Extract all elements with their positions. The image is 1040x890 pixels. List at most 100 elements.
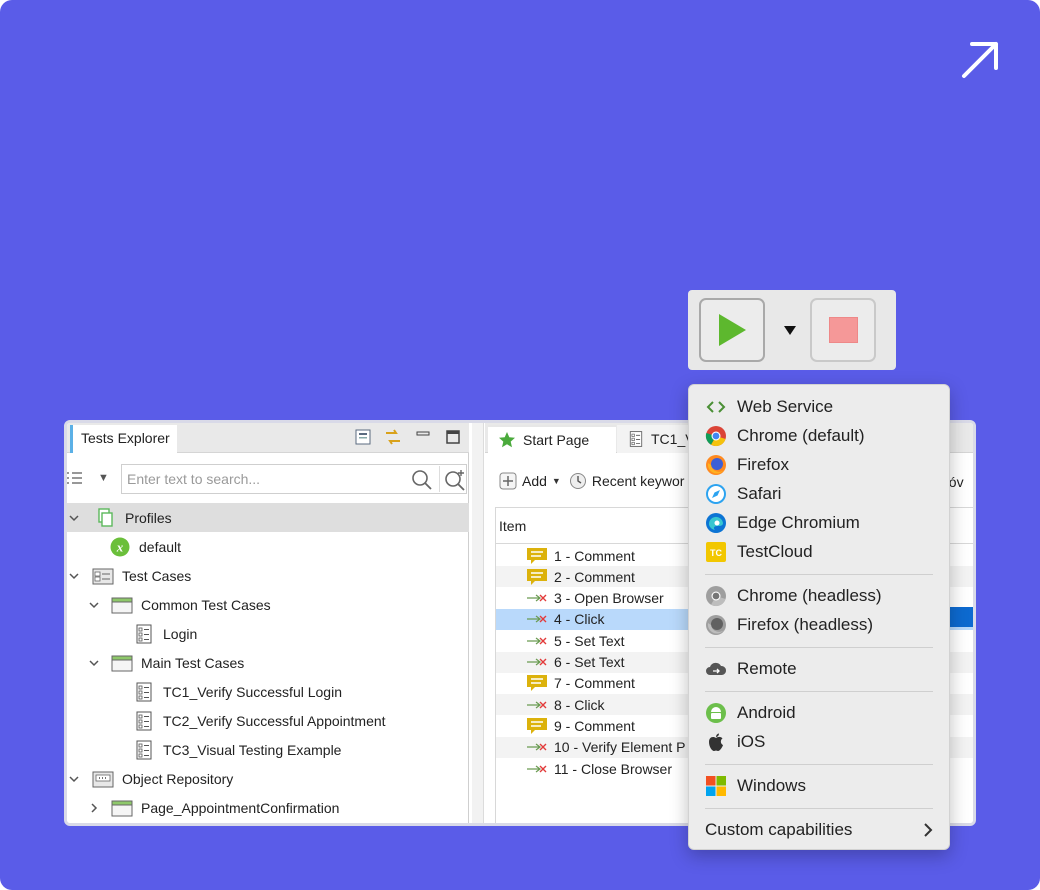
menu-item-label: Web Service — [737, 397, 834, 416]
test-case-icon — [136, 682, 152, 701]
tree-label: Page_AppointmentConfirmation — [141, 799, 340, 816]
menu-item-ios[interactable]: iOS — [689, 728, 951, 756]
keyword-icon — [526, 589, 548, 607]
chevron-right-icon[interactable] — [87, 801, 101, 815]
folder-icon — [111, 800, 133, 816]
menu-item-custom-capabilities[interactable]: Custom capabilities — [689, 816, 951, 844]
windows-icon — [706, 776, 726, 796]
test-case-icon — [136, 740, 152, 759]
tests-explorer-tab[interactable]: Tests Explorer — [70, 425, 177, 453]
menu-item-remote[interactable]: Remote — [689, 655, 951, 683]
tree-label: Login — [163, 625, 198, 642]
folder-icon — [111, 655, 133, 671]
code-brackets-icon — [706, 401, 726, 413]
tree-item-profiles[interactable]: Profiles — [67, 503, 469, 532]
tree-label: Common Test Cases — [141, 596, 271, 613]
search-icon[interactable] — [411, 469, 433, 491]
chrome-icon — [705, 426, 726, 447]
stop-icon — [828, 317, 858, 343]
search-divider — [439, 466, 440, 492]
tree-item-test-cases[interactable]: Test Cases — [67, 561, 469, 590]
test-step-label: 7 - Comment — [554, 675, 635, 692]
menu-divider — [705, 691, 933, 692]
menu-item-label: iOS — [737, 732, 766, 751]
run-dropdown-caret-icon[interactable] — [783, 324, 797, 336]
keyword-icon — [526, 632, 548, 650]
menu-divider — [705, 764, 933, 765]
run-button[interactable] — [699, 298, 765, 362]
filter-dropdown-caret-icon[interactable]: ▼ — [98, 472, 109, 484]
comment-icon — [526, 547, 548, 565]
comment-icon — [526, 568, 548, 586]
menu-item-label: Remote — [737, 659, 797, 678]
advanced-search-icon[interactable] — [444, 469, 466, 491]
chevron-down-icon[interactable] — [67, 772, 81, 786]
chevron-down-icon[interactable] — [67, 569, 81, 583]
test-step-label: 6 - Set Text — [554, 654, 625, 670]
expand-arrow-icon[interactable] — [958, 38, 1002, 82]
menu-item-label: Firefox (headless) — [737, 615, 874, 634]
android-icon — [706, 703, 726, 723]
minimize-icon[interactable] — [413, 427, 433, 447]
menu-divider — [705, 647, 933, 648]
test-step-label: 11 - Close Browser — [554, 760, 673, 777]
chevron-down-icon[interactable] — [87, 656, 101, 670]
run-toolbar — [688, 290, 896, 370]
menu-item-android[interactable]: Android — [689, 699, 951, 727]
add-button[interactable]: Add ▼ — [499, 472, 561, 490]
tree-item-main-test-cases[interactable]: Main Test Cases — [67, 648, 469, 677]
menu-item-web-service[interactable]: Web Service — [689, 393, 951, 421]
safari-icon — [706, 484, 726, 504]
menu-item-firefox[interactable]: Firefox — [689, 451, 951, 479]
tab-start-page[interactable]: Start Page — [488, 425, 616, 453]
chevron-right-icon — [924, 823, 933, 837]
test-step-label: 9 - Comment — [554, 717, 635, 734]
tree-label: default — [139, 538, 182, 555]
comment-icon — [526, 674, 548, 692]
filter-list-icon[interactable] — [67, 470, 83, 486]
chevron-down-icon[interactable] — [67, 511, 81, 525]
link-editor-icon[interactable] — [383, 427, 403, 447]
remote-cloud-icon — [706, 662, 727, 675]
keyword-icon — [526, 760, 548, 778]
firefox-headless-icon — [706, 615, 726, 635]
profiles-icon — [98, 507, 113, 527]
tree-label: TC1_Verify Successful Login — [163, 683, 342, 700]
clock-icon — [569, 473, 586, 489]
explorer-scrollbar[interactable] — [472, 423, 484, 823]
test-case-icon — [629, 431, 643, 447]
collapse-all-icon[interactable] — [353, 427, 373, 447]
browser-select-menu: Web Service Chrome (default) Firefox Saf… — [688, 384, 950, 850]
menu-item-label: Chrome (headless) — [737, 586, 882, 605]
chevron-down-icon[interactable] — [87, 598, 101, 612]
test-step-label: 4 - Click — [554, 611, 605, 628]
svg-text:TC: TC — [710, 548, 722, 558]
maximize-icon[interactable] — [443, 427, 463, 447]
menu-item-label: Chrome (default) — [737, 426, 865, 445]
tree-item-default-profile[interactable]: x default — [67, 532, 469, 561]
menu-item-edge[interactable]: Edge Chromium — [689, 509, 951, 537]
add-dropdown-caret-icon[interactable]: ▼ — [552, 476, 561, 486]
recent-keywords-label: Recent keywor — [591, 473, 685, 489]
tree-item-tc1[interactable]: TC1_Verify Successful Login — [67, 677, 469, 706]
tree-item-object-repository[interactable]: Object Repository — [67, 764, 469, 793]
menu-item-chrome-headless[interactable]: Chrome (headless) — [689, 582, 951, 610]
menu-item-safari[interactable]: Safari — [689, 480, 951, 508]
menu-item-label: Windows — [737, 776, 806, 795]
tree-label: Main Test Cases — [141, 654, 245, 671]
test-step-label: 8 - Click — [554, 696, 605, 713]
tree-item-login[interactable]: Login — [67, 619, 469, 648]
tree-item-page-appointment[interactable]: Page_AppointmentConfirmation — [67, 793, 469, 822]
menu-item-windows[interactable]: Windows — [689, 772, 951, 800]
menu-item-testcloud[interactable]: TC TestCloud — [689, 538, 951, 566]
tree-item-tc3[interactable]: TC3_Visual Testing Example — [67, 735, 469, 764]
recent-keywords-button[interactable]: Recent keywor — [569, 472, 685, 490]
canvas-background: Tests Explorer ▼ Profi — [0, 0, 1040, 890]
object-repository-icon — [92, 771, 114, 787]
menu-item-firefox-headless[interactable]: Firefox (headless) — [689, 611, 951, 639]
tree-item-common-test-cases[interactable]: Common Test Cases — [67, 590, 469, 619]
stop-button[interactable] — [810, 298, 876, 362]
tree-item-tc2[interactable]: TC2_Verify Successful Appointment — [67, 706, 469, 735]
chrome-headless-icon — [706, 586, 726, 607]
menu-item-chrome[interactable]: Chrome (default) — [689, 422, 951, 450]
